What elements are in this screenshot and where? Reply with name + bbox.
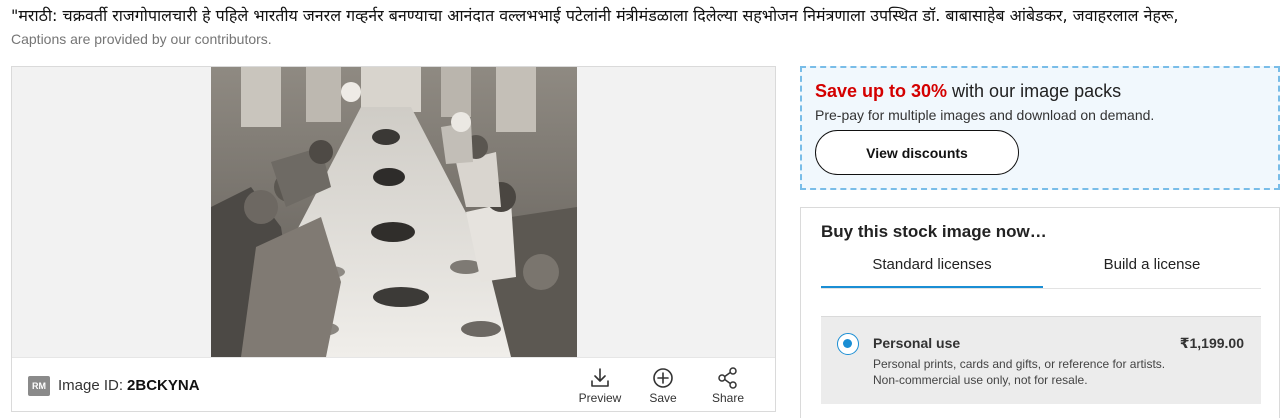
stock-photo[interactable] (211, 67, 577, 357)
photo-area[interactable] (12, 67, 775, 357)
share-button[interactable]: Share (702, 367, 754, 407)
plus-circle-icon (653, 368, 673, 388)
image-footer: RM Image ID: 2BCKYNA Preview Save Share (12, 357, 775, 411)
tab-standard-licenses[interactable]: Standard licenses (821, 256, 1043, 289)
image-id: Image ID: 2BCKYNA (58, 377, 200, 394)
promo-subtitle: Pre-pay for multiple images and download… (815, 107, 1155, 123)
license-price: ₹1,199.00 (1179, 335, 1244, 351)
view-discounts-button[interactable]: View discounts (815, 130, 1019, 175)
license-description: Personal prints, cards and gifts, or ref… (873, 357, 1166, 387)
buy-title: Buy this stock image now… (821, 222, 1047, 241)
promo-title: Save up to 30% with our image packs (815, 81, 1121, 102)
license-radio[interactable] (837, 333, 859, 355)
buy-panel: Buy this stock image now… Standard licen… (800, 207, 1280, 418)
image-id-label: Image ID: (58, 377, 124, 394)
image-id-value: 2BCKYNA (127, 377, 200, 394)
contributors-note: Captions are provided by our contributor… (11, 31, 272, 47)
download-icon (591, 368, 609, 387)
image-viewer: RM Image ID: 2BCKYNA Preview Save Share (11, 66, 776, 412)
save-button[interactable]: Save (637, 367, 689, 407)
promo-highlight: Save up to 30% (815, 81, 948, 101)
license-name: Personal use (873, 335, 961, 351)
share-icon (718, 367, 737, 389)
preview-label: Preview (578, 391, 622, 405)
license-option-personal[interactable]: Personal use Personal prints, cards and … (821, 316, 1261, 404)
save-label: Save (649, 391, 677, 405)
tabs-divider (821, 288, 1261, 289)
share-label: Share (711, 391, 745, 405)
tab-build-license[interactable]: Build a license (1043, 256, 1261, 289)
image-pack-promo: Save up to 30% with our image packs Pre-… (800, 66, 1280, 190)
caption-text: "मराठी: चक्रवर्ती राजगोपालचारी हे पहिले … (11, 6, 1179, 25)
image-caption: "मराठी: चक्रवर्ती राजगोपालचारी हे पहिले … (11, 5, 1273, 29)
preview-button[interactable]: Preview (574, 367, 626, 407)
caption-fade (1213, 5, 1273, 29)
promo-title-rest: with our image packs (947, 81, 1122, 101)
rm-badge: RM (28, 376, 50, 396)
